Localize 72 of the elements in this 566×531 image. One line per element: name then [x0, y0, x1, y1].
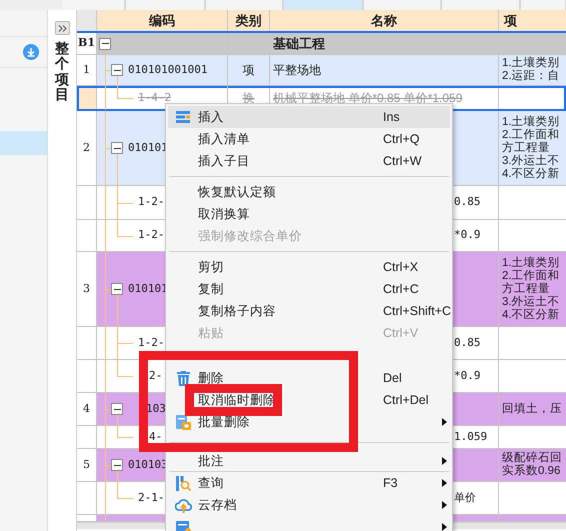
- code-text: 1-2-: [138, 227, 164, 244]
- name-text: 0.85: [454, 334, 480, 351]
- row-number: [77, 86, 97, 110]
- name-text: 单价: [454, 490, 476, 506]
- code-text: 2-1-: [138, 490, 164, 506]
- row-number: 4: [77, 393, 97, 425]
- row-number: 5: [77, 449, 97, 481]
- submenu-arrow-icon: [442, 418, 447, 426]
- name-text: 1.059: [454, 428, 488, 445]
- download-icon[interactable]: [23, 44, 39, 60]
- column-header[interactable]: 项: [499, 10, 566, 31]
- menu-item[interactable]: 复制格子内容 Ctrl+Shift+C: [168, 300, 450, 322]
- batch-delete-icon: [176, 414, 190, 430]
- menu-item[interactable]: 插入 Ins: [168, 106, 450, 128]
- collapse-toggle[interactable]: [99, 38, 111, 50]
- row-number: B1: [77, 33, 97, 54]
- header-corner[interactable]: [77, 10, 97, 31]
- table-row[interactable]: B1 基础工程: [77, 33, 566, 55]
- code-text: 1-2-: [138, 334, 164, 351]
- menu-item[interactable]: 插入清单 Ctrl+Q: [168, 128, 450, 150]
- collapse-toggle[interactable]: [111, 459, 123, 471]
- code-text: 4-: [149, 428, 162, 445]
- code-text: 1-2-: [138, 194, 164, 210]
- feature-text: 1.土壤类别 2.工作面和 方工程量 3.外运土不 4.不区分新: [502, 256, 561, 322]
- submenu-arrow-icon: [442, 457, 447, 465]
- menu-item[interactable]: 删除 Del: [168, 367, 450, 389]
- row-number: 1: [77, 55, 97, 85]
- submenu-arrow-icon: [442, 523, 447, 531]
- feature-text: 回填土，压: [502, 402, 563, 416]
- search-icon: [176, 476, 190, 490]
- expand-button[interactable]: [54, 21, 70, 35]
- insert-rows-icon: [176, 111, 190, 123]
- collapse-toggle[interactable]: [111, 142, 123, 154]
- code-text: 2-: [149, 368, 162, 384]
- collapse-toggle[interactable]: [111, 283, 123, 295]
- cloud-upload-icon: [174, 498, 192, 512]
- column-header[interactable]: 名称: [270, 10, 499, 31]
- menu-item[interactable]: 批量删除: [168, 411, 450, 433]
- name-text: 机械平整场地 单价*0.85 单价*1.059: [273, 90, 462, 107]
- column-header[interactable]: 类别: [228, 10, 270, 31]
- menu-item[interactable]: 插入子目 Ctrl+W: [168, 150, 450, 172]
- double-chevron-icon: [58, 24, 66, 32]
- feature-text: 1.土壤类别 2.工作面和 方工程量 3.外运土不 4.不区分新: [502, 116, 561, 180]
- feature-text: 级配碎石回 实系数0.96: [502, 452, 563, 478]
- scope-label: 整个项目: [55, 41, 69, 103]
- table-row[interactable]: 1 010101001001 项 平整场地 1.土壤类别 2.运距：自: [77, 55, 566, 86]
- menu-item[interactable]: 批注: [168, 452, 450, 470]
- collapse-toggle[interactable]: [111, 403, 123, 415]
- code-text: 010101001001: [128, 62, 208, 78]
- submenu-arrow-icon: [442, 501, 447, 509]
- name-text: 基础工程: [273, 34, 325, 53]
- collapse-toggle[interactable]: [111, 64, 123, 76]
- menu-item[interactable]: 查询 F3: [168, 472, 450, 494]
- feature-text: 1.土壤类别 2.运距：自: [502, 57, 561, 83]
- row-number: 3: [77, 252, 97, 326]
- row-number: 2: [77, 111, 97, 185]
- column-header[interactable]: 编码: [97, 10, 228, 31]
- name-text: *0.9: [454, 368, 480, 384]
- menu-item[interactable]: 恢复默认定额: [168, 181, 450, 203]
- name-text: *0.9: [454, 227, 480, 244]
- type-text: 换: [242, 90, 254, 107]
- code-text: 1-4-2: [138, 90, 172, 106]
- code-text: 103: [146, 400, 166, 417]
- menu-item[interactable]: 复制 Ctrl+C: [168, 278, 450, 300]
- trash-icon: [176, 370, 190, 386]
- name-text: 0.85: [454, 194, 480, 210]
- name-text: 平整场地: [273, 62, 321, 79]
- type-text: 项: [242, 62, 254, 79]
- menu-item[interactable]: 剪切 Ctrl+X: [168, 256, 450, 278]
- menu-item[interactable]: 取消换算: [168, 203, 450, 225]
- menu-item[interactable]: 云存档: [168, 494, 450, 516]
- submenu-arrow-icon: [442, 479, 447, 487]
